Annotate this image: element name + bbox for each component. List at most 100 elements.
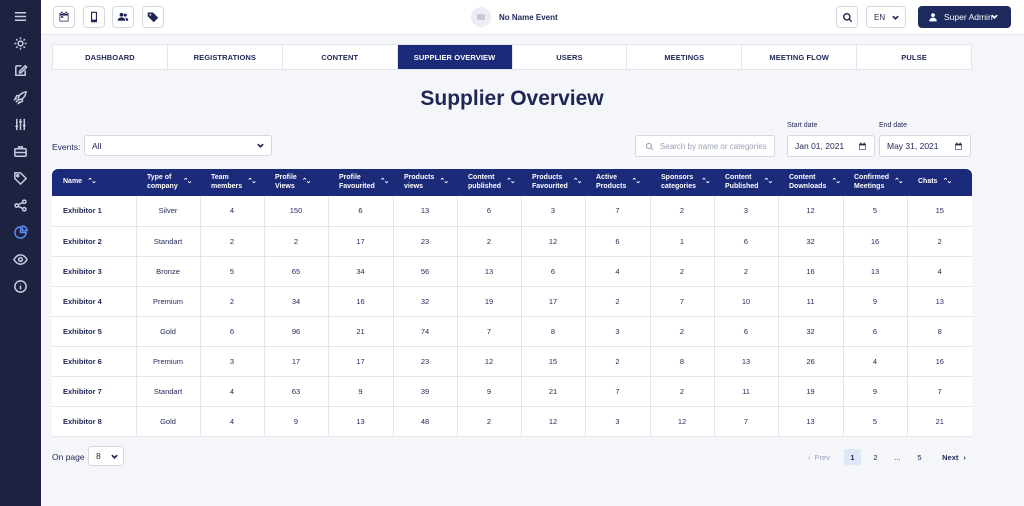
sort-icon[interactable]: ⌃⌄ bbox=[183, 178, 193, 187]
table-cell: 2 bbox=[457, 406, 522, 437]
sort-icon[interactable]: ⌃⌄ bbox=[506, 178, 516, 187]
column-header-label: Team members bbox=[211, 174, 242, 191]
mobile-icon[interactable] bbox=[83, 6, 105, 28]
sliders-icon[interactable] bbox=[12, 116, 29, 133]
event-selector[interactable]: No Name Event bbox=[471, 7, 558, 27]
tab-content[interactable]: CONTENT bbox=[283, 45, 398, 69]
table-row[interactable]: Exhibitor 8 Gold 4 9 13 48 2 12 3 12 7 13 5 21 bbox=[52, 406, 972, 437]
table-cell: 34 bbox=[264, 286, 329, 317]
sort-icon[interactable]: ⌃⌄ bbox=[631, 178, 641, 187]
table-cell: 2 bbox=[264, 226, 329, 257]
table-row[interactable]: Exhibitor 3 Bronze 5 65 34 56 13 6 4 2 2 16 13 4 bbox=[52, 256, 972, 287]
search-input[interactable] bbox=[659, 141, 774, 151]
column-header[interactable]: Team members ⌃⌄ bbox=[200, 169, 264, 196]
sort-icon[interactable]: ⌃⌄ bbox=[763, 178, 773, 187]
end-date-field[interactable]: May 31, 2021 bbox=[879, 135, 971, 157]
calendar-icon[interactable] bbox=[858, 142, 867, 151]
sort-icon[interactable]: ⌃⌄ bbox=[942, 178, 952, 187]
column-header[interactable]: Products Favourited ⌃⌄ bbox=[521, 169, 585, 196]
rocket-icon[interactable] bbox=[12, 89, 29, 106]
table-cell: 12 bbox=[778, 196, 844, 227]
on-page-select[interactable]: 8 bbox=[88, 446, 124, 466]
table-row[interactable]: Exhibitor 6 Premium 3 17 17 23 12 15 2 8 13 26 4 16 bbox=[52, 346, 972, 377]
table-row[interactable]: Exhibitor 4 Premium 2 34 16 32 19 17 2 7 10 11 9 13 bbox=[52, 286, 972, 317]
column-header[interactable]: Active Products ⌃⌄ bbox=[585, 169, 650, 196]
language-select[interactable]: EN bbox=[866, 6, 906, 28]
tab-registrations[interactable]: REGISTRATIONS bbox=[168, 45, 283, 69]
tab-dashboard[interactable]: DASHBOARD bbox=[53, 45, 168, 69]
tab-pulse[interactable]: PULSE bbox=[857, 45, 971, 69]
column-header-text: Confirmed bbox=[854, 174, 889, 181]
table-cell: 2 bbox=[457, 226, 522, 257]
table-cell: 16 bbox=[907, 346, 972, 377]
sort-icon[interactable]: ⌃⌄ bbox=[573, 178, 583, 187]
prev-page-button[interactable]: ‹ Prev bbox=[803, 449, 835, 465]
events-select[interactable]: All bbox=[84, 135, 272, 156]
pie-chart-icon[interactable] bbox=[12, 224, 29, 241]
user-menu-button[interactable]: Super Admin bbox=[918, 6, 1011, 28]
table-cell: 2 bbox=[200, 286, 265, 317]
column-header[interactable]: Profile Views ⌃⌄ bbox=[264, 169, 328, 196]
share-icon[interactable] bbox=[12, 197, 29, 214]
tab-meetings[interactable]: MEETINGS bbox=[627, 45, 743, 69]
tag-icon[interactable] bbox=[142, 6, 164, 28]
sort-icon[interactable]: ⌃⌄ bbox=[302, 178, 312, 187]
sort-icon[interactable]: ⌃⌄ bbox=[380, 178, 390, 187]
users-icon[interactable] bbox=[112, 6, 134, 28]
column-header[interactable]: Content Published ⌃⌄ bbox=[714, 169, 778, 196]
sort-icon[interactable]: ⌃⌄ bbox=[87, 178, 97, 187]
column-header-text: Views bbox=[275, 182, 295, 190]
column-header[interactable]: Sponsors categories ⌃⌄ bbox=[650, 169, 714, 196]
table-cell: 7 bbox=[585, 376, 651, 407]
table-row[interactable]: Exhibitor 2 Standart 2 2 17 23 2 12 6 1 6 32 16 2 bbox=[52, 226, 972, 257]
exhibitor-name-cell: Exhibitor 5 bbox=[52, 316, 137, 347]
page-button-5[interactable]: 5 bbox=[911, 449, 928, 465]
page-button-2[interactable]: 2 bbox=[867, 449, 884, 465]
page-button-1[interactable]: 1 bbox=[844, 449, 861, 465]
column-header[interactable]: Content published ⌃⌄ bbox=[457, 169, 521, 196]
sort-icon[interactable]: ⌃⌄ bbox=[701, 178, 711, 187]
table-cell: 32 bbox=[393, 286, 458, 317]
next-page-button[interactable]: Next › bbox=[937, 449, 971, 465]
column-header[interactable]: Profile Favourited ⌃⌄ bbox=[328, 169, 393, 196]
chevron-down-icon bbox=[892, 14, 899, 21]
column-header[interactable]: Products views ⌃⌄ bbox=[393, 169, 457, 196]
sort-icon[interactable]: ⌃⌄ bbox=[439, 178, 449, 187]
calendar-icon[interactable] bbox=[53, 6, 75, 28]
table-cell: 13 bbox=[457, 256, 522, 287]
tab-supplier-overview[interactable]: SUPPLIER OVERVIEW bbox=[397, 45, 513, 69]
column-header[interactable]: Content Downloads ⌃⌄ bbox=[778, 169, 843, 196]
info-icon[interactable] bbox=[12, 278, 29, 295]
edit-icon[interactable] bbox=[12, 62, 29, 79]
column-header-label: Products Favourited bbox=[532, 174, 568, 191]
table-row[interactable]: Exhibitor 1 Silver 4 150 6 13 6 3 7 2 3 12 5 15 bbox=[52, 196, 972, 227]
table-cell: 13 bbox=[328, 406, 394, 437]
table-cell: 4 bbox=[843, 346, 908, 377]
column-header[interactable]: Confirmed Meetings ⌃⌄ bbox=[843, 169, 907, 196]
menu-icon[interactable] bbox=[12, 8, 29, 25]
tag-icon[interactable] bbox=[12, 170, 29, 187]
table-cell: Premium bbox=[136, 346, 201, 377]
table-cell: 7 bbox=[457, 316, 522, 347]
calendar-icon[interactable] bbox=[954, 142, 963, 151]
tab-users[interactable]: USERS bbox=[513, 45, 628, 69]
sort-icon[interactable]: ⌃⌄ bbox=[894, 178, 904, 187]
table-row[interactable]: Exhibitor 5 Gold 6 96 21 74 7 8 3 2 6 32 6 8 bbox=[52, 316, 972, 347]
search-field[interactable] bbox=[635, 135, 775, 157]
sort-icon[interactable]: ⌃⌄ bbox=[831, 178, 841, 187]
top-bar: No Name Event EN Super Admin bbox=[41, 0, 1024, 35]
settings-icon[interactable] bbox=[12, 35, 29, 52]
briefcase-icon[interactable] bbox=[12, 143, 29, 160]
tab-meeting-flow[interactable]: MEETING FLOW bbox=[742, 45, 858, 69]
start-date-field[interactable]: Jan 01, 2021 bbox=[787, 135, 875, 157]
search-icon[interactable] bbox=[836, 6, 858, 28]
column-header[interactable]: Name ⌃⌄ bbox=[52, 169, 136, 196]
column-header[interactable]: Type of company ⌃⌄ bbox=[136, 169, 200, 196]
column-header-text: Favourited bbox=[339, 182, 375, 190]
column-header[interactable]: Chats ⌃⌄ bbox=[907, 169, 972, 196]
table-cell: 32 bbox=[778, 316, 844, 347]
event-logo bbox=[471, 7, 491, 27]
sort-icon[interactable]: ⌃⌄ bbox=[247, 178, 257, 187]
eye-icon[interactable] bbox=[12, 251, 29, 268]
table-row[interactable]: Exhibitor 7 Standart 4 63 9 39 9 21 7 2 11 19 9 7 bbox=[52, 376, 972, 407]
